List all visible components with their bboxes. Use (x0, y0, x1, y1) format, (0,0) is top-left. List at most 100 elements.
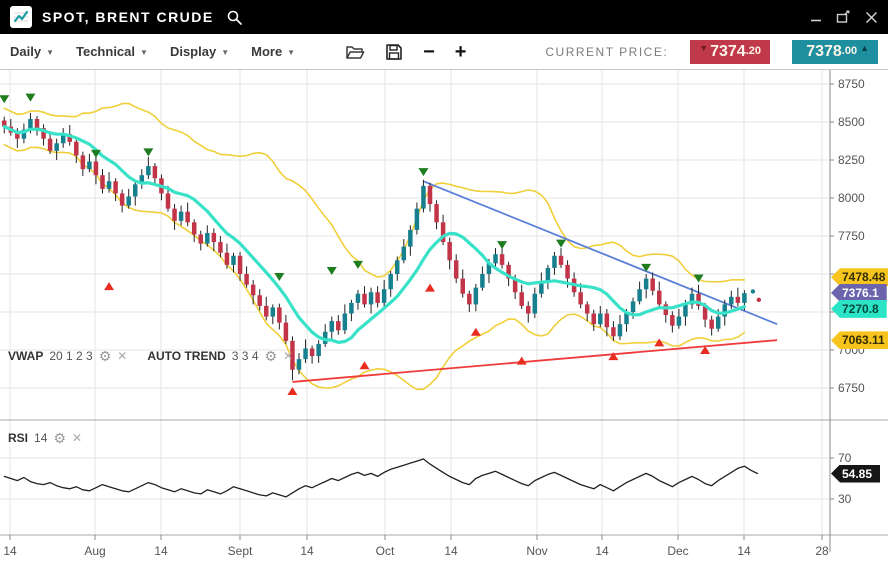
candle-body (428, 186, 433, 204)
candle-body (74, 142, 79, 156)
chart-area: 8750850082508000775075007250700067507030… (0, 70, 888, 565)
candle-body (388, 274, 393, 289)
search-icon[interactable] (226, 9, 243, 26)
y-axis-label: 7750 (838, 229, 865, 243)
sell-marker-icon (556, 240, 566, 248)
candle-body (146, 166, 151, 175)
y-axis-label: 8000 (838, 191, 865, 205)
candle-body (677, 317, 682, 326)
candle-body (153, 166, 158, 178)
bid-price-int: 7374 (710, 42, 746, 62)
candle-body (415, 209, 420, 230)
candle-body (552, 256, 557, 268)
rsi-legend: RSI 14 ⚙ ✕ (8, 431, 96, 445)
candle-body (434, 204, 439, 222)
candle-body (546, 268, 551, 282)
window-controls (810, 10, 878, 24)
candle-body (382, 289, 387, 303)
buy-marker-icon (471, 328, 481, 336)
vwap-legend-params: 20 1 2 3 (49, 349, 92, 363)
candle-body (598, 314, 603, 325)
gear-icon[interactable]: ⚙ (99, 350, 112, 362)
title-bar: SPOT, BRENT CRUDE (0, 0, 888, 34)
candle-body (310, 348, 315, 356)
sell-marker-icon (25, 94, 35, 102)
candle-body (349, 303, 354, 314)
candle-body (716, 317, 721, 329)
chevron-down-icon: ▼ (140, 48, 148, 57)
arrow-up-icon: ▲ (860, 42, 869, 54)
candle-body (408, 230, 413, 247)
candle-body (199, 234, 204, 243)
candle-body (369, 292, 374, 304)
candle-body (205, 233, 210, 244)
menu-more[interactable]: More ▼ (251, 44, 295, 59)
candle-body (500, 254, 505, 265)
sell-marker-icon (143, 148, 153, 156)
price-chart[interactable]: 8750850082508000775075007250700067507030… (0, 70, 888, 565)
bid-price-dec: .20 (746, 42, 761, 60)
candle-body (480, 274, 485, 288)
open-folder-icon[interactable] (345, 44, 365, 60)
ask-price-badge: 7378 .00 ▲ (792, 40, 878, 64)
minimize-button[interactable] (810, 11, 822, 23)
zoom-in-button[interactable]: + (455, 42, 467, 62)
rsi-legend-group: RSI 14 ⚙ ✕ (8, 431, 82, 445)
close-button[interactable] (865, 11, 878, 24)
menu-technical[interactable]: Technical ▼ (76, 44, 148, 59)
app-window: SPOT, BRENT CRUDE (0, 0, 888, 566)
candle-body (709, 320, 714, 329)
remove-icon[interactable]: ✕ (72, 431, 82, 445)
candle-body (94, 162, 99, 176)
candle-body (330, 321, 335, 332)
remove-icon[interactable]: ✕ (283, 349, 293, 363)
menu-display[interactable]: Display ▼ (170, 44, 229, 59)
y-axis-label: 7250 (838, 305, 865, 319)
candle-body (533, 294, 538, 314)
candle-body (113, 181, 118, 193)
gear-icon[interactable]: ⚙ (53, 432, 66, 444)
rsi-legend-params: 14 (34, 431, 47, 445)
candle-body (251, 285, 256, 296)
x-axis-label: Oct (376, 544, 395, 558)
toolbar: Daily ▼ Technical ▼ Display ▼ More ▼ (0, 34, 888, 70)
trend-line (292, 340, 777, 382)
candle-body (172, 209, 177, 221)
menu-daily[interactable]: Daily ▼ (10, 44, 54, 59)
rsi-level-label: 70 (838, 451, 852, 465)
indicator-legend: VWAP 20 1 2 3 ⚙ ✕ AUTO TREND 3 3 4 ⚙ ✕ (8, 349, 307, 363)
candle-body (474, 288, 479, 305)
buy-marker-icon (425, 284, 435, 292)
vwap-legend: VWAP 20 1 2 3 ⚙ ✕ (8, 349, 127, 363)
auto-trend-legend: AUTO TREND 3 3 4 ⚙ ✕ (147, 349, 293, 363)
x-axis-label: Aug (84, 544, 105, 558)
candle-body (592, 314, 597, 325)
candle-body (271, 307, 276, 316)
save-icon[interactable] (385, 43, 403, 61)
remove-icon[interactable]: ✕ (117, 349, 127, 363)
vwap-legend-name: VWAP (8, 349, 43, 363)
candle-body (100, 175, 105, 189)
candle-body (231, 256, 236, 265)
restore-button[interactable] (836, 10, 851, 24)
candle-body (238, 256, 243, 274)
candle-body (637, 289, 642, 301)
candle-body (657, 291, 662, 305)
candle-body (493, 254, 498, 263)
y-axis-label: 8250 (838, 153, 865, 167)
sell-marker-icon (274, 273, 284, 281)
candle-body (48, 139, 53, 151)
candle-body (461, 279, 466, 294)
candle-body (316, 344, 321, 356)
candle-body (650, 279, 655, 291)
candle-body (670, 315, 675, 326)
app-logo-icon (10, 6, 32, 28)
candle-body (212, 233, 217, 242)
candle-body (631, 301, 636, 312)
gear-icon[interactable]: ⚙ (265, 350, 278, 362)
candle-body (126, 196, 131, 205)
candle-body (742, 293, 747, 303)
chevron-down-icon: ▼ (221, 48, 229, 57)
rsi-legend-name: RSI (8, 431, 28, 445)
zoom-out-button[interactable]: − (423, 42, 435, 62)
